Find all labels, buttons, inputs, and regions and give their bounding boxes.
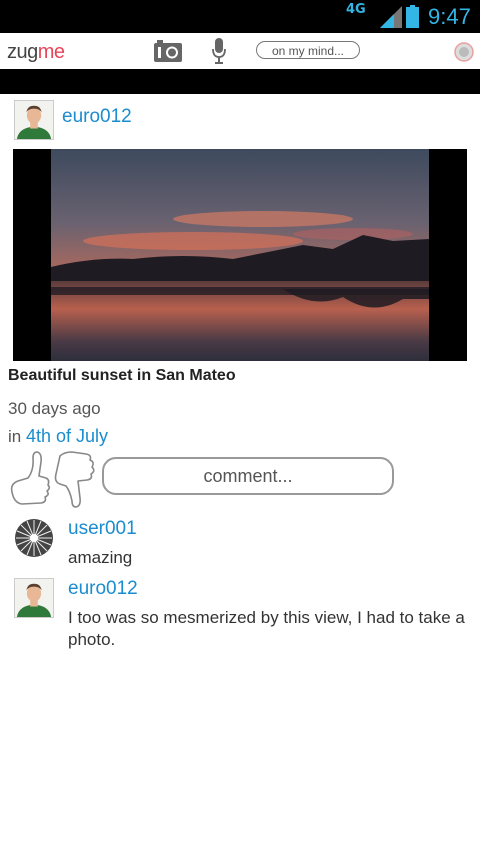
post-caption: Beautiful sunset in San Mateo (8, 367, 236, 384)
thumbs-up-icon[interactable] (8, 448, 98, 512)
comment-author[interactable]: user001 (68, 518, 137, 540)
settings-icon[interactable] (454, 42, 474, 62)
app-bar: zugme on my mind... (0, 33, 480, 70)
status-update-button[interactable]: on my mind... (256, 41, 360, 59)
post-age: 30 days ago (8, 399, 101, 418)
signal-icon (380, 6, 402, 28)
post-author-name[interactable]: euro012 (62, 106, 132, 128)
status-bar: 4G 9:47 (0, 0, 480, 33)
comment-input[interactable]: comment... (102, 457, 394, 495)
comment-text: I too was so mesmerized by this view, I … (68, 608, 465, 649)
avatar[interactable] (14, 100, 54, 140)
header-divider (0, 69, 480, 94)
avatar[interactable] (14, 578, 54, 618)
post-photo[interactable] (13, 149, 467, 361)
avatar[interactable] (14, 518, 54, 558)
post-event: in 4th of July (8, 426, 109, 446)
microphone-icon[interactable] (212, 38, 226, 64)
battery-icon (406, 5, 419, 28)
network-indicator: 4G (346, 2, 366, 17)
event-link[interactable]: 4th of July (26, 426, 108, 446)
comment-text: amazing (68, 548, 133, 567)
comment-author[interactable]: euro012 (68, 578, 138, 600)
camera-icon[interactable] (154, 40, 182, 62)
app-logo[interactable]: zugme (7, 41, 65, 64)
clock: 9:47 (428, 4, 471, 29)
